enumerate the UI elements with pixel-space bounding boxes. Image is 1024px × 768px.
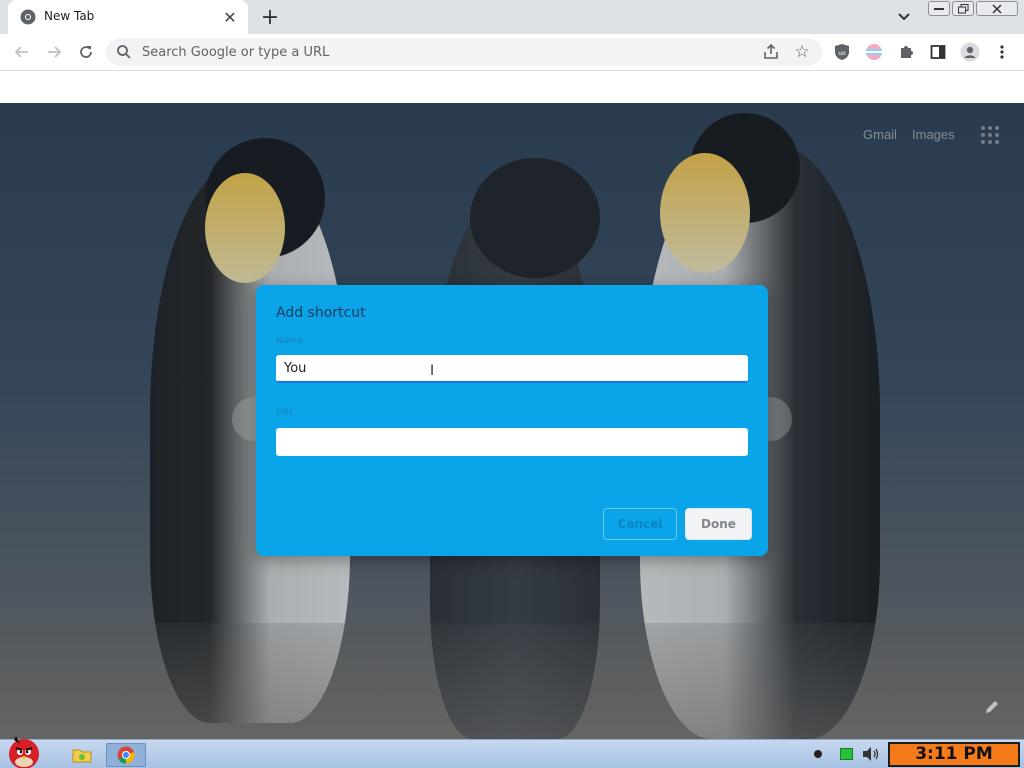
ublock-extension-icon[interactable]: uo xyxy=(832,42,852,62)
tab-search-chevron-icon[interactable] xyxy=(894,7,914,27)
chrome-icon xyxy=(117,746,135,764)
customize-pencil-icon[interactable] xyxy=(984,699,1000,715)
shortcut-name-input[interactable] xyxy=(276,355,748,383)
share-icon[interactable] xyxy=(762,43,780,61)
close-window-button[interactable] xyxy=(976,1,1018,16)
back-arrow-icon xyxy=(14,46,28,58)
omnibox-input[interactable] xyxy=(142,38,702,66)
volume-icon[interactable] xyxy=(862,746,880,762)
bookmark-bar xyxy=(0,71,1024,103)
svg-text:uo: uo xyxy=(838,50,846,57)
url-field-label: URL xyxy=(276,408,294,418)
colorful-extension-icon[interactable] xyxy=(864,42,884,62)
bookmark-star-icon[interactable]: ☆ xyxy=(792,42,812,62)
profile-avatar-icon[interactable] xyxy=(960,42,980,62)
tab-new-tab[interactable]: New Tab ✕ xyxy=(8,0,248,34)
name-field-label: Name xyxy=(276,336,303,346)
restore-window-button[interactable] xyxy=(952,1,974,16)
file-explorer-taskbar-button[interactable] xyxy=(62,743,102,767)
taskbar: 3:11 PM xyxy=(0,736,1024,768)
chrome-taskbar-button[interactable] xyxy=(106,743,146,767)
new-tab-button[interactable]: + xyxy=(258,5,282,30)
more-menu-icon[interactable] xyxy=(992,42,1012,62)
shortcut-url-input[interactable] xyxy=(276,428,748,456)
reload-button[interactable] xyxy=(74,40,98,64)
extensions-puzzle-icon[interactable] xyxy=(896,42,916,62)
folder-icon xyxy=(72,749,92,763)
text-cursor-icon: I xyxy=(430,363,435,379)
back-button[interactable] xyxy=(10,40,34,64)
chrome-icon xyxy=(20,9,36,25)
forward-button[interactable] xyxy=(42,40,66,64)
taskbar-clock[interactable]: 3:11 PM xyxy=(888,742,1020,767)
browser-toolbar: ☆ uo xyxy=(0,34,1024,70)
minimize-window-button[interactable] xyxy=(928,1,950,16)
reload-icon xyxy=(80,46,92,58)
tab-title: New Tab xyxy=(44,9,95,23)
done-button[interactable]: Done xyxy=(685,508,752,540)
tray-record-icon[interactable] xyxy=(814,750,822,758)
cancel-button[interactable]: Cancel xyxy=(603,508,677,540)
side-panel-icon[interactable] xyxy=(928,42,948,62)
tab-strip: New Tab ✕ + xyxy=(0,0,1024,34)
dialog-title: Add shortcut xyxy=(276,305,366,321)
search-icon xyxy=(117,45,131,59)
add-shortcut-dialog: Add shortcut Name I URL Cancel Done xyxy=(256,285,768,556)
close-tab-icon[interactable]: ✕ xyxy=(220,7,240,27)
tray-battery-icon[interactable] xyxy=(840,748,853,760)
forward-arrow-icon xyxy=(48,46,62,58)
start-button-angry-bird-icon[interactable] xyxy=(0,732,50,768)
omnibox[interactable]: ☆ xyxy=(106,38,822,66)
